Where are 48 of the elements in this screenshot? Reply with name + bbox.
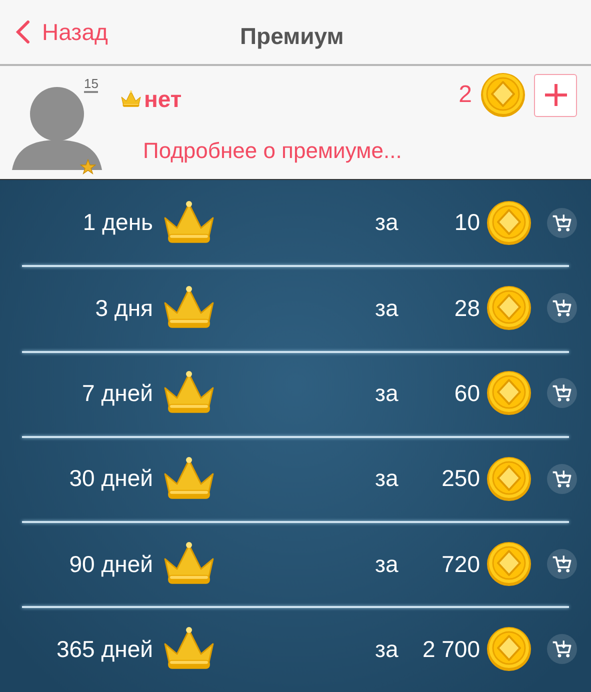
plan-duration: 365 дней xyxy=(55,634,153,664)
plus-icon xyxy=(544,83,568,107)
coin-icon xyxy=(480,72,526,118)
cart-icon xyxy=(552,639,572,660)
price-prefix: за xyxy=(375,208,398,238)
cart-icon xyxy=(552,212,572,233)
plan-price: 250 xyxy=(442,464,480,494)
plan-duration: 1 день xyxy=(82,208,153,238)
buy-button[interactable] xyxy=(547,208,577,238)
star-icon xyxy=(80,159,96,175)
coin-balance: 2 xyxy=(458,80,472,110)
buy-button[interactable] xyxy=(547,634,577,664)
plan-price: 10 xyxy=(454,208,480,238)
plan-price: 2 700 xyxy=(422,634,480,664)
price-prefix: за xyxy=(375,294,398,323)
level-badge: 15 xyxy=(84,77,98,93)
coin-icon xyxy=(486,200,532,246)
plan-duration: 7 дней xyxy=(81,378,153,408)
plan-duration: 90 дней xyxy=(68,550,153,579)
plan-price: 720 xyxy=(442,550,480,579)
plan-price: 60 xyxy=(454,378,480,408)
buy-button[interactable] xyxy=(547,464,577,494)
plan-duration: 30 дней xyxy=(68,464,153,494)
back-button[interactable]: Назад xyxy=(0,14,108,50)
back-icon xyxy=(16,20,30,44)
buy-button[interactable] xyxy=(547,292,577,323)
buy-button[interactable] xyxy=(547,548,577,579)
plan-price: 28 xyxy=(454,294,480,323)
buy-button[interactable] xyxy=(547,378,577,408)
cart-icon xyxy=(552,554,572,574)
coin-icon xyxy=(486,456,532,502)
crown-icon xyxy=(120,90,142,108)
price-prefix: за xyxy=(375,378,398,408)
cart-icon xyxy=(552,468,572,489)
coin-icon xyxy=(486,370,532,416)
page-title: Премиум xyxy=(240,22,344,51)
coin-icon xyxy=(486,284,532,331)
premium-status: нет xyxy=(144,85,182,114)
coin-icon xyxy=(486,540,532,587)
coin-icon xyxy=(486,626,532,672)
price-prefix: за xyxy=(375,464,398,494)
add-coins-button[interactable] xyxy=(534,74,577,116)
premium-info-link[interactable]: Подробнее о премиуме... xyxy=(143,134,402,167)
cart-icon xyxy=(552,383,572,404)
plan-duration: 3 дня xyxy=(94,294,153,323)
price-prefix: за xyxy=(375,634,398,664)
cart-icon xyxy=(552,298,572,318)
price-prefix: за xyxy=(375,550,398,579)
